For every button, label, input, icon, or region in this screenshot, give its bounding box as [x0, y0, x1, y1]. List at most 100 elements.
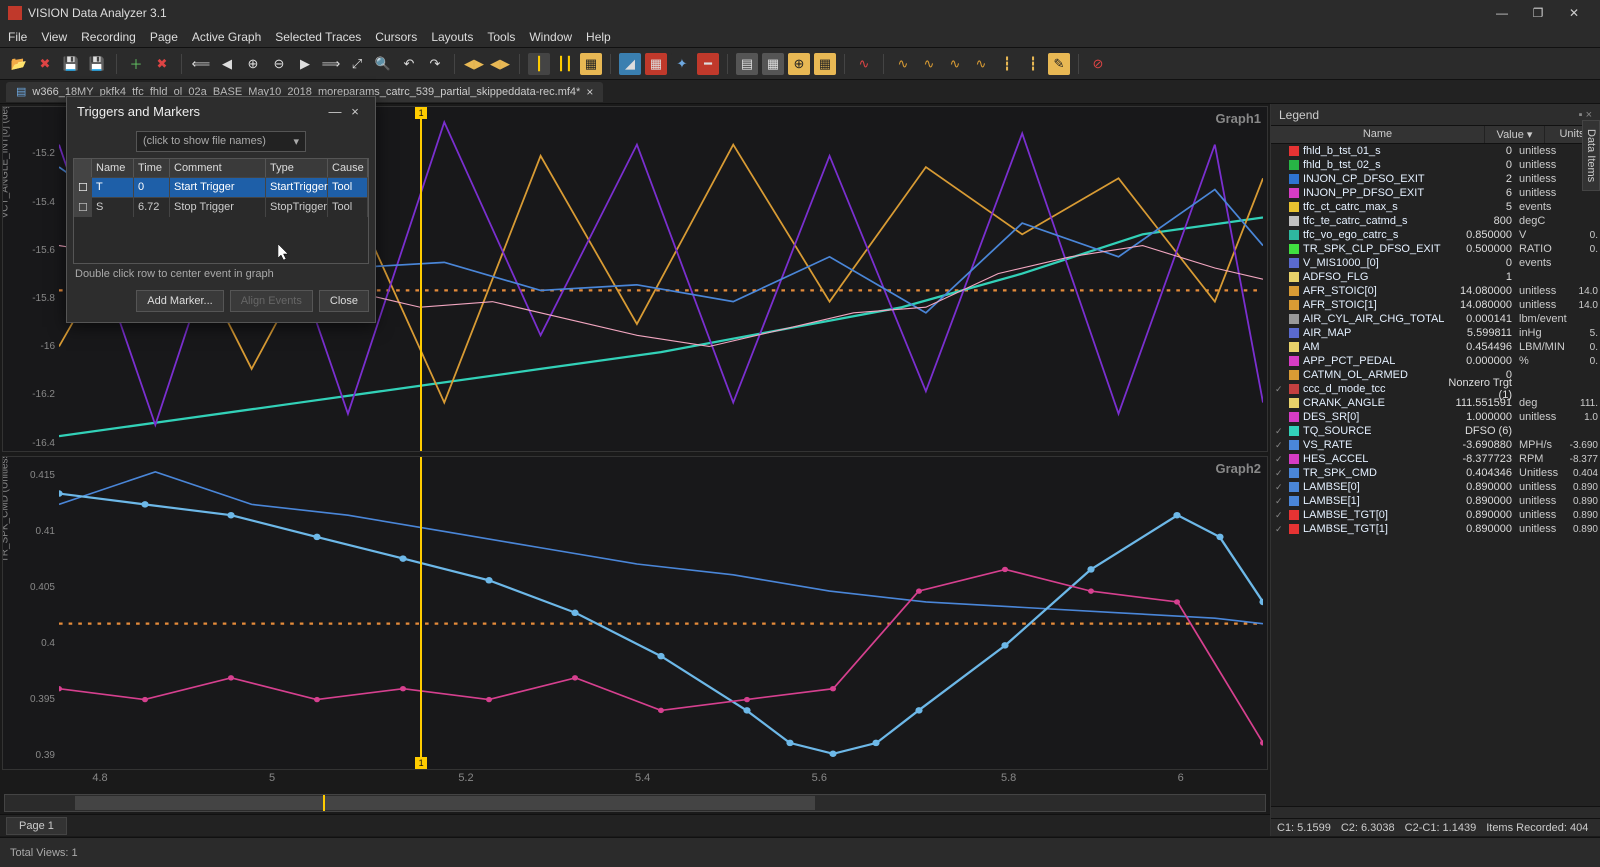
zoom-fit-icon[interactable]: ⤢ — [346, 53, 368, 75]
delete-icon[interactable]: ✖ — [151, 53, 173, 75]
legend-row[interactable]: CRANK_ANGLE111.551591deg111. — [1271, 396, 1600, 410]
menu-window[interactable]: Window — [529, 30, 572, 44]
legend-row[interactable]: V_MIS1000_[0]0events — [1271, 256, 1600, 270]
menu-view[interactable]: View — [41, 30, 67, 44]
legend-row[interactable]: tfc_vo_ego_catrc_s0.850000V0. — [1271, 228, 1600, 242]
tool-c-icon[interactable]: ✦ — [671, 53, 693, 75]
grid-c-icon[interactable]: ▦ — [814, 53, 836, 75]
snap-left-icon[interactable]: ⟸ — [190, 53, 212, 75]
cursor-dual-icon[interactable]: ┃┃ — [554, 53, 576, 75]
dialog-minimize-icon[interactable]: — — [325, 104, 345, 119]
legend-row[interactable]: ✓HES_ACCEL-8.377723RPM-8.377 — [1271, 452, 1600, 466]
dialog-titlebar[interactable]: Triggers and Markers — × — [67, 97, 375, 125]
th-type[interactable]: Type — [266, 159, 328, 177]
timeline-scrollbar[interactable] — [4, 794, 1266, 812]
marker-row[interactable]: ☐S6.72Stop TriggerStopTriggerTool — [74, 197, 368, 217]
legend-row[interactable]: tfc_ct_catrc_max_s5events — [1271, 200, 1600, 214]
legend-row[interactable]: DES_SR[0]1.000000unitless1.0 — [1271, 410, 1600, 424]
grid-a-icon[interactable]: ▤ — [736, 53, 758, 75]
legend-row[interactable]: fhld_b_tst_02_s0unitless — [1271, 158, 1600, 172]
undo-icon[interactable]: ↶ — [398, 53, 420, 75]
scrollbar-thumb[interactable] — [75, 796, 815, 810]
zoom-in-icon[interactable]: ⊕ — [242, 53, 264, 75]
cursor-single-icon[interactable]: ┃ — [528, 53, 550, 75]
legend-row[interactable]: AM0.454496LBM/MIN0. — [1271, 340, 1600, 354]
wave3-icon[interactable]: ∿ — [944, 53, 966, 75]
legend-row[interactable]: ✓LAMBSE_TGT[0]0.890000unitless0.890 — [1271, 508, 1600, 522]
prev-icon[interactable]: ◀ — [216, 53, 238, 75]
legend-row[interactable]: ✓LAMBSE[0]0.890000unitless0.890 — [1271, 480, 1600, 494]
legend-row[interactable]: ✓LAMBSE[1]0.890000unitless0.890 — [1271, 494, 1600, 508]
menu-active-graph[interactable]: Active Graph — [192, 30, 261, 44]
maximize-button[interactable]: ❐ — [1520, 0, 1556, 26]
wave-red-icon[interactable]: ∿ — [853, 53, 875, 75]
th-name[interactable]: Name — [92, 159, 134, 177]
marker-flag-top[interactable]: 1 — [415, 107, 427, 119]
cursor-mode-left-icon[interactable]: ◀▶ — [463, 53, 485, 75]
tab-close-icon[interactable]: × — [586, 85, 593, 99]
cursor-grid-icon[interactable]: ▦ — [580, 53, 602, 75]
menu-selected-traces[interactable]: Selected Traces — [275, 30, 361, 44]
dialog-close-icon[interactable]: × — [345, 104, 365, 119]
menu-tools[interactable]: Tools — [487, 30, 515, 44]
cursor-mode-right-icon[interactable]: ◀▶ — [489, 53, 511, 75]
grid-b-icon[interactable]: ▦ — [762, 53, 784, 75]
sliders2-icon[interactable]: ┇ — [1022, 53, 1044, 75]
page-tab[interactable]: Page 1 — [6, 817, 67, 835]
save-all-icon[interactable]: 💾 — [86, 53, 108, 75]
redo-icon[interactable]: ↷ — [424, 53, 446, 75]
close-button[interactable]: ✕ — [1556, 0, 1592, 26]
legend-row[interactable]: ✓LAMBSE_TGT[1]0.890000unitless0.890 — [1271, 522, 1600, 536]
zoom-out-icon[interactable]: ⊖ — [268, 53, 290, 75]
disable-icon[interactable]: ⊘ — [1087, 53, 1109, 75]
tool-d-icon[interactable]: ━ — [697, 53, 719, 75]
legend-row[interactable]: fhld_b_tst_01_s0unitless — [1271, 144, 1600, 158]
menu-page[interactable]: Page — [150, 30, 178, 44]
legend-hscroll[interactable] — [1271, 806, 1600, 818]
menu-layouts[interactable]: Layouts — [431, 30, 473, 44]
legend-row[interactable]: ✓VS_RATE-3.690880MPH/s-3.690 — [1271, 438, 1600, 452]
add-marker-button[interactable]: Add Marker... — [136, 290, 223, 312]
legend-row[interactable]: ✓ccc_d_mode_tccNonzero Trgt (1) — [1271, 382, 1600, 396]
add-chart-icon[interactable]: ＋ — [125, 53, 147, 75]
sliders1-icon[interactable]: ┇ — [996, 53, 1018, 75]
menu-cursors[interactable]: Cursors — [375, 30, 417, 44]
menu-help[interactable]: Help — [586, 30, 611, 44]
legend-row[interactable]: CATMN_OL_ARMED0 — [1271, 368, 1600, 382]
marker-line-g2[interactable]: 1 — [420, 457, 422, 769]
menu-file[interactable]: File — [8, 30, 27, 44]
legend-row[interactable]: TR_SPK_CLP_DFSO_EXIT0.500000RATIO0. — [1271, 242, 1600, 256]
legend-row[interactable]: APP_PCT_PEDAL0.000000%0. — [1271, 354, 1600, 368]
legend-row[interactable]: AIR_MAP5.599811inHg5. — [1271, 326, 1600, 340]
save-icon[interactable]: 💾 — [60, 53, 82, 75]
tool-b-icon[interactable]: ▦ — [645, 53, 667, 75]
close-file-icon[interactable]: ✖ — [34, 53, 56, 75]
legend-row[interactable]: AFR_STOIC[0]14.080000unitless14.0 — [1271, 284, 1600, 298]
menu-recording[interactable]: Recording — [81, 30, 136, 44]
dialog-close-button[interactable]: Close — [319, 290, 369, 312]
next-icon[interactable]: ▶ — [294, 53, 316, 75]
marker-line-g1[interactable]: 1 — [420, 107, 422, 451]
tool-a-icon[interactable]: ◢ — [619, 53, 641, 75]
wave1-icon[interactable]: ∿ — [892, 53, 914, 75]
open-icon[interactable]: 📂 — [8, 53, 30, 75]
legend-row[interactable]: ✓TR_SPK_CMD0.404346Unitless0.404 — [1271, 466, 1600, 480]
legend-row[interactable]: ✓TQ_SOURCEDFSO (6) — [1271, 424, 1600, 438]
wave2-icon[interactable]: ∿ — [918, 53, 940, 75]
target-icon[interactable]: ⊕ — [788, 53, 810, 75]
legend-row[interactable]: INJON_PP_DFSO_EXIT6unitless — [1271, 186, 1600, 200]
legend-pin-icon[interactable]: ▪ × — [1579, 109, 1592, 121]
zoom-region-icon[interactable]: 🔍 — [372, 53, 394, 75]
marker-row[interactable]: ☐T0Start TriggerStartTriggerTool — [74, 177, 368, 197]
th-comment[interactable]: Comment — [170, 159, 266, 177]
legend-col-value[interactable]: Value ▾ — [1485, 126, 1545, 143]
th-cause[interactable]: Cause — [328, 159, 368, 177]
legend-row[interactable]: INJON_CP_DFSO_EXIT2unitless — [1271, 172, 1600, 186]
data-items-sidetab[interactable]: Data Items — [1582, 120, 1600, 191]
file-names-dropdown[interactable]: (click to show file names) ▾ — [136, 131, 306, 152]
legend-row[interactable]: tfc_te_catrc_catmd_s800degC — [1271, 214, 1600, 228]
marker-flag-bottom[interactable]: 1 — [415, 757, 427, 769]
th-time[interactable]: Time — [134, 159, 170, 177]
legend-row[interactable]: AFR_STOIC[1]14.080000unitless14.0 — [1271, 298, 1600, 312]
wave4-icon[interactable]: ∿ — [970, 53, 992, 75]
